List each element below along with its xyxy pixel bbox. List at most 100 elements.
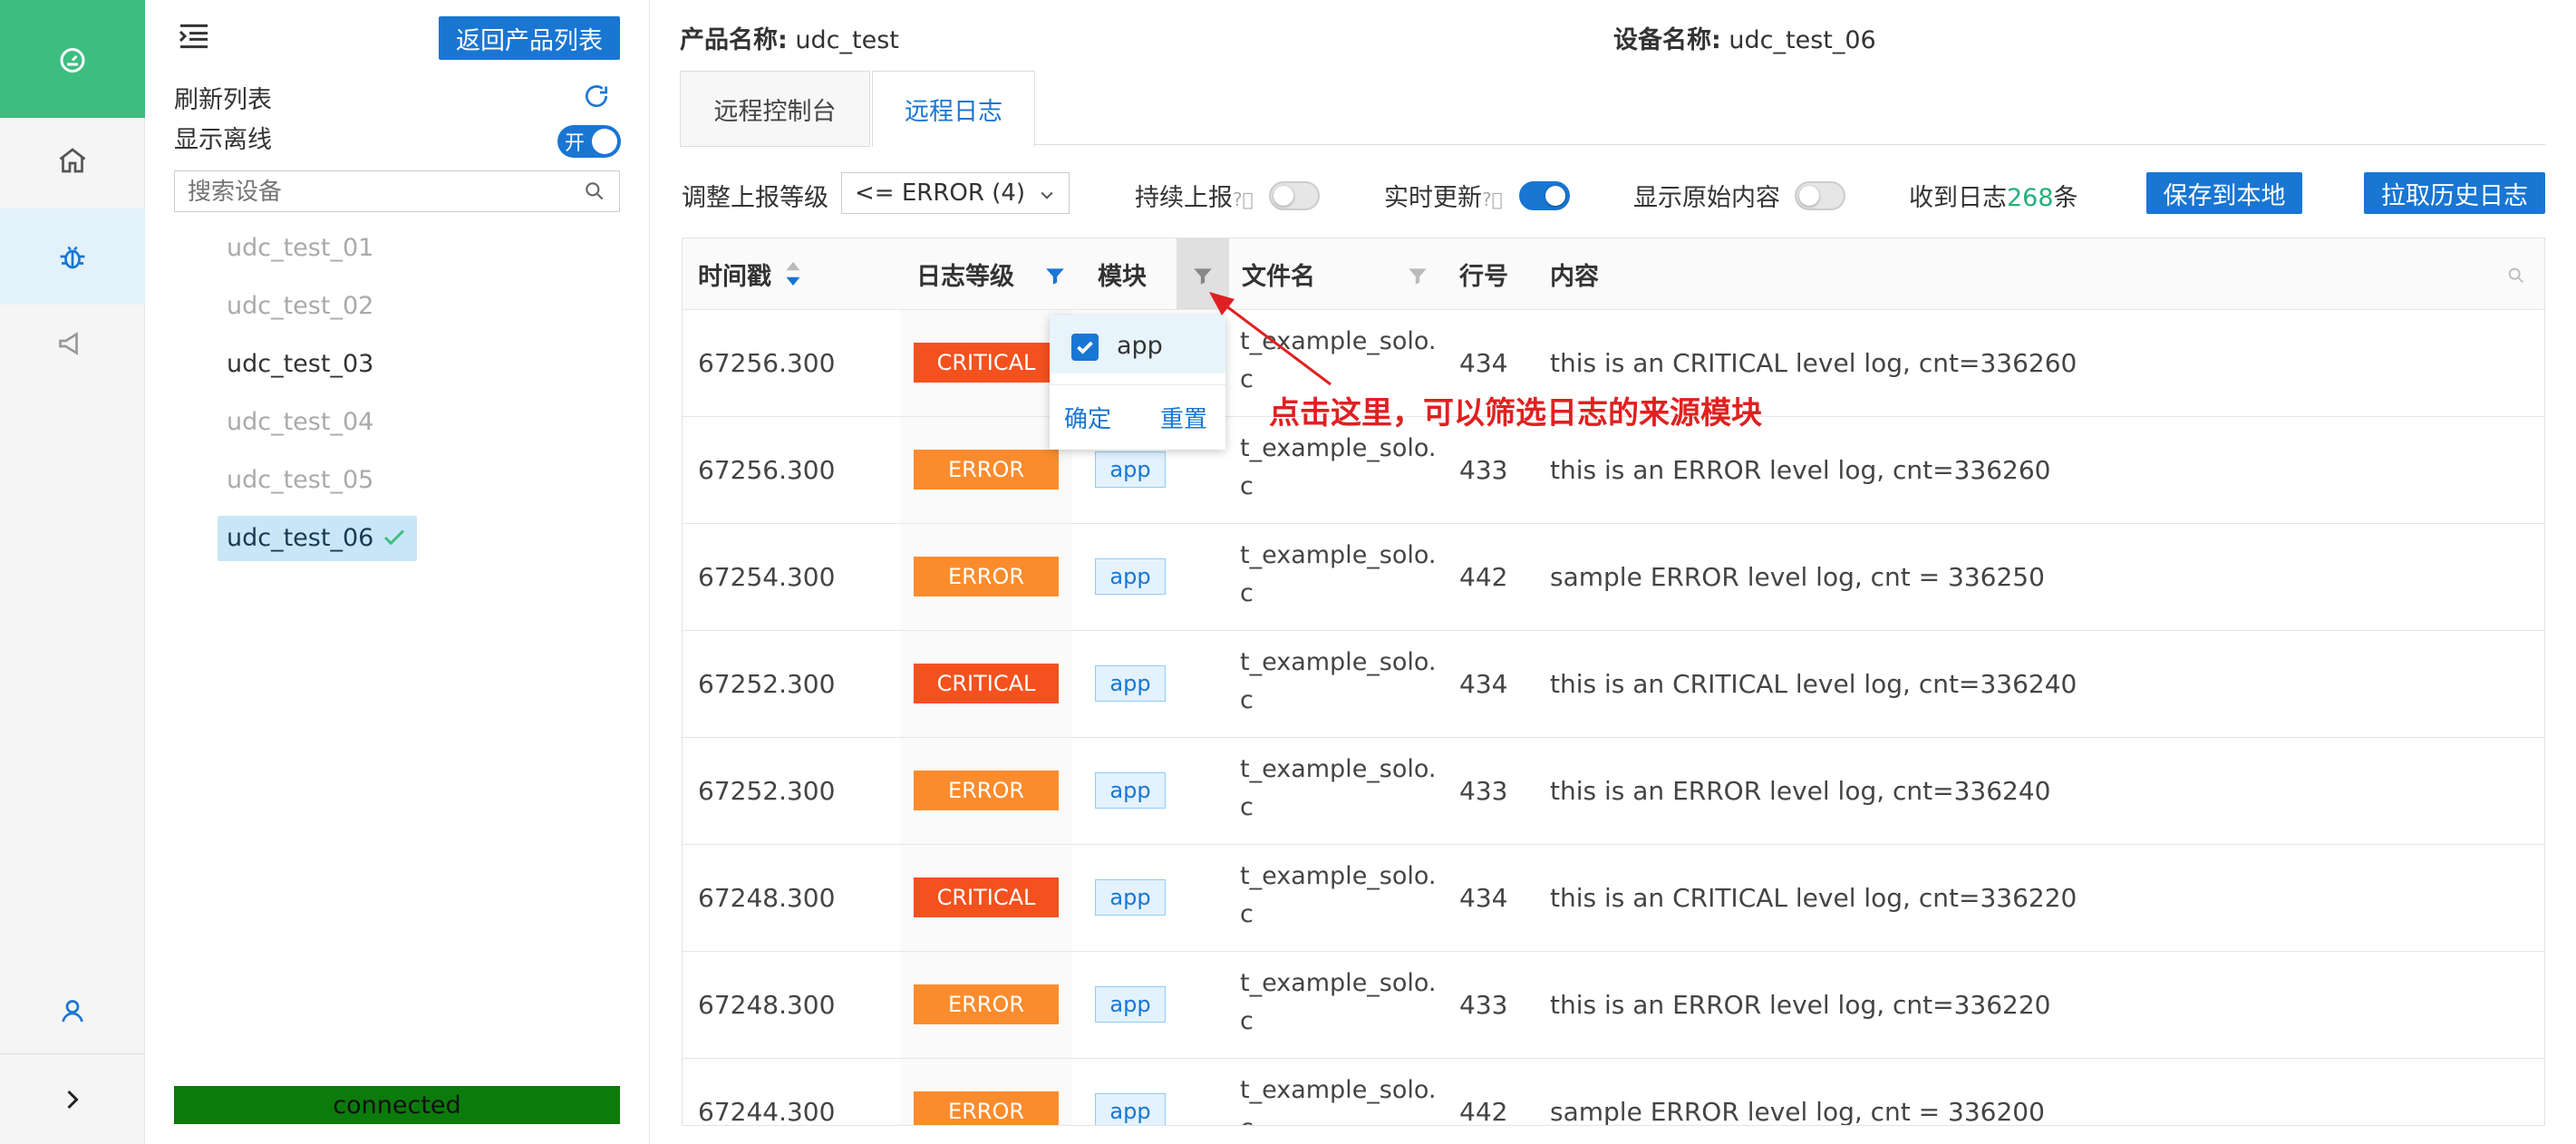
log-count-prefix: 收到日志 bbox=[1909, 184, 2007, 212]
realtime-toggle[interactable] bbox=[1519, 181, 1570, 210]
col-level-label: 日志等级 bbox=[916, 262, 1014, 291]
raw-content-toggle[interactable] bbox=[1795, 181, 1845, 210]
level-filter-icon[interactable] bbox=[1043, 264, 1067, 287]
show-offline-toggle[interactable]: 开 bbox=[557, 125, 621, 158]
timestamp-cell: 67256.300 bbox=[698, 455, 836, 485]
persist-toggle[interactable] bbox=[1269, 181, 1320, 210]
device-name-label: udc_test_02 bbox=[227, 292, 374, 320]
rail-expand[interactable] bbox=[0, 1055, 145, 1144]
device-name-label: udc_test_04 bbox=[227, 408, 374, 436]
level-select-value: <= ERROR (4) bbox=[855, 179, 1026, 207]
toggle-knob bbox=[592, 129, 617, 154]
filter-confirm-button[interactable]: 确定 bbox=[1064, 401, 1111, 434]
timestamp-cell: 67244.300 bbox=[698, 1097, 836, 1126]
filename-cell: t_example_solo.c bbox=[1240, 755, 1437, 821]
fetch-history-button[interactable]: 拉取历史日志 bbox=[2364, 172, 2545, 214]
product-name-label: 产品名称: bbox=[680, 26, 788, 54]
module-tag: app bbox=[1095, 986, 1166, 1023]
rail-home[interactable] bbox=[0, 112, 145, 208]
filename-filter-icon[interactable] bbox=[1406, 264, 1429, 287]
product-name-value: udc_test bbox=[795, 26, 899, 54]
dashboard-icon bbox=[60, 48, 85, 73]
refresh-button[interactable] bbox=[582, 82, 613, 112]
menu-toggle[interactable] bbox=[175, 18, 213, 54]
module-tag: app bbox=[1095, 772, 1166, 809]
table-row: 67248.300 ERROR app t_example_solo.c 433 this… bbox=[683, 951, 2544, 1059]
timestamp-cell: 67252.300 bbox=[698, 669, 836, 699]
user-icon bbox=[62, 1000, 83, 1023]
table-row: 67252.300 ERROR app t_example_solo.c 433 this… bbox=[683, 737, 2544, 845]
filter-reset-button[interactable]: 重置 bbox=[1160, 401, 1207, 434]
rail-dashboard[interactable] bbox=[0, 0, 145, 118]
device-name-label: udc_test_01 bbox=[227, 234, 374, 262]
device-item[interactable]: udc_test_05 bbox=[227, 462, 373, 499]
filter-option-label: app bbox=[1117, 332, 1163, 360]
timestamp-cell: 67248.300 bbox=[698, 883, 836, 913]
save-local-button[interactable]: 保存到本地 bbox=[2146, 172, 2302, 214]
device-item[interactable]: udc_test_06 bbox=[218, 516, 418, 561]
filename-cell: t_example_solo.c bbox=[1240, 648, 1437, 714]
level-label: 调整上报等级 bbox=[682, 184, 828, 212]
annotation-text: 点击这里，可以筛选日志的来源模块 bbox=[1269, 395, 1762, 431]
timestamp-cell: 67256.300 bbox=[698, 348, 836, 378]
rail-notify[interactable] bbox=[0, 296, 145, 392]
checkbox[interactable] bbox=[1071, 334, 1099, 361]
chevron-right-icon bbox=[67, 1090, 79, 1110]
level-badge: ERROR bbox=[914, 1091, 1059, 1125]
module-tag: app bbox=[1095, 879, 1166, 916]
col-timestamp[interactable]: 时间戳 bbox=[698, 238, 802, 309]
content-cell: sample ERROR level log, cnt = 336250 bbox=[1550, 562, 2045, 592]
log-count-suffix: 条 bbox=[2053, 184, 2078, 212]
filename-cell: t_example_solo.c bbox=[1240, 541, 1437, 607]
level-select[interactable]: <= ERROR (4) bbox=[841, 172, 1070, 214]
persist-label: 持续上报 bbox=[1135, 184, 1233, 212]
tab-baseline bbox=[1033, 144, 2545, 145]
rail-user[interactable] bbox=[0, 963, 145, 1059]
content-cell: this is an CRITICAL level log, cnt=33626… bbox=[1550, 348, 2077, 378]
module-tag: app bbox=[1095, 558, 1166, 595]
device-name-label: 设备名称: bbox=[1613, 26, 1721, 54]
device-item[interactable]: udc_test_02 bbox=[227, 288, 373, 325]
device-name-label: udc_test_03 bbox=[227, 350, 374, 378]
realtime-update: 实时更新?⃝ bbox=[1384, 178, 1503, 213]
rail-divider bbox=[0, 1053, 145, 1054]
line-cell: 434 bbox=[1459, 348, 1508, 378]
sort-icon[interactable] bbox=[784, 260, 802, 287]
rail-debug[interactable] bbox=[0, 208, 145, 305]
filename-cell: t_example_solo.c bbox=[1240, 862, 1437, 928]
filename-cell: t_example_solo.c bbox=[1240, 969, 1437, 1035]
level-badge: CRITICAL bbox=[914, 664, 1059, 703]
device-name: 设备名称: udc_test_06 bbox=[1613, 20, 1876, 55]
line-cell: 433 bbox=[1459, 990, 1508, 1020]
device-sidebar: 返回产品列表 刷新列表 显示离线 开 udc_test_01 udc_test_0… bbox=[145, 0, 650, 1144]
line-cell: 434 bbox=[1459, 883, 1508, 913]
device-name-label: udc_test_06 bbox=[227, 524, 374, 552]
tab-remote-console[interactable]: 远程控制台 bbox=[680, 71, 870, 147]
filename-cell: t_example_solo.c bbox=[1240, 434, 1437, 500]
table-row: 67254.300 ERROR app t_example_solo.c 442 samp… bbox=[683, 523, 2544, 631]
raw-content-label: 显示原始内容 bbox=[1633, 184, 1780, 212]
megaphone-icon bbox=[59, 332, 78, 355]
content-cell: this is an ERROR level log, cnt=336240 bbox=[1550, 776, 2051, 806]
module-tag: app bbox=[1095, 665, 1166, 702]
content-cell: this is an ERROR level log, cnt=336220 bbox=[1550, 990, 2051, 1020]
level-badge: ERROR bbox=[914, 771, 1059, 810]
device-search bbox=[174, 170, 620, 213]
col-module-label: 模块 bbox=[1098, 262, 1147, 291]
level-badge: ERROR bbox=[914, 984, 1059, 1024]
search-input[interactable] bbox=[175, 171, 570, 213]
table-row: 67244.300 ERROR app t_example_solo.c 442 samp… bbox=[683, 1058, 2544, 1126]
line-cell: 442 bbox=[1459, 1097, 1508, 1126]
check-icon bbox=[384, 529, 405, 546]
menu-indent-icon bbox=[179, 24, 208, 49]
level-badge: CRITICAL bbox=[914, 343, 1059, 383]
tab-remote-log[interactable]: 远程日志 bbox=[872, 71, 1035, 147]
device-item[interactable]: udc_test_04 bbox=[227, 404, 373, 441]
device-item[interactable]: udc_test_01 bbox=[227, 230, 373, 267]
search-icon[interactable] bbox=[2506, 266, 2526, 286]
persist-report: 持续上报?⃝ bbox=[1135, 178, 1254, 213]
device-item[interactable]: udc_test_03 bbox=[227, 346, 373, 383]
back-to-products-button[interactable]: 返回产品列表 bbox=[439, 16, 620, 60]
search-icon[interactable] bbox=[583, 179, 606, 203]
log-count: 收到日志268条 bbox=[1909, 178, 2078, 213]
